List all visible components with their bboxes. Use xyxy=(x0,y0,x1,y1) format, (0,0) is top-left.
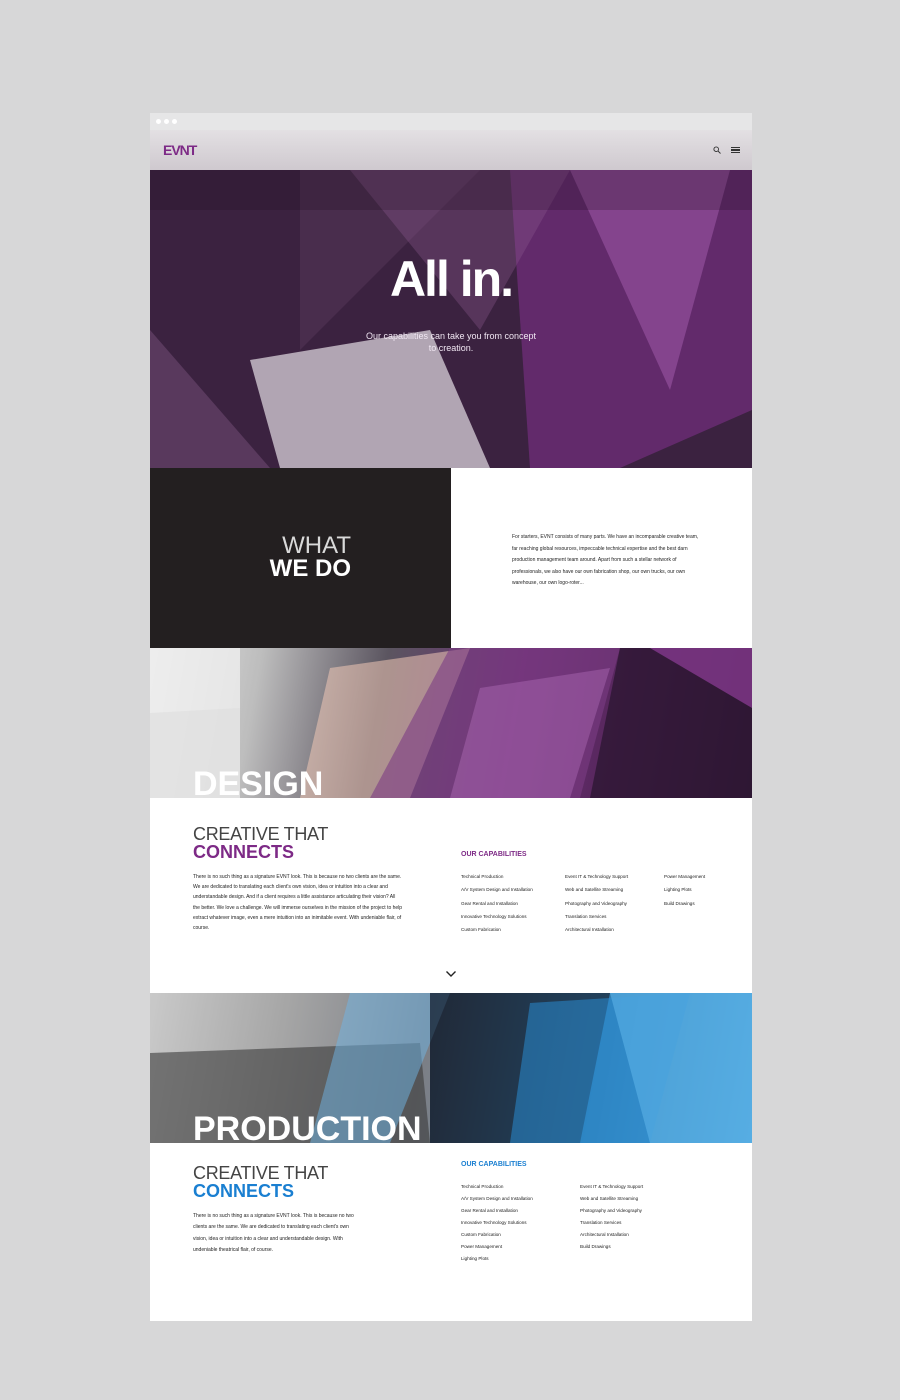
hero-section: EVNT All in. Our capabilities can take y… xyxy=(150,130,752,468)
capability-item: Power Management xyxy=(664,874,706,879)
capability-item: Build Drawings xyxy=(664,900,695,906)
capability-item: Custom Fabrication xyxy=(461,1232,501,1237)
design-body: There is no such thing as a signature EV… xyxy=(193,874,403,932)
hero-title: All in. xyxy=(389,251,514,307)
production-heading-bold: CONNECTS xyxy=(193,1181,295,1201)
design-capabilities-title: OUR CAPABILITIES xyxy=(461,851,527,858)
what-we-do-heading-bold: WE DO xyxy=(269,555,351,582)
production-banner: PRODUCTION xyxy=(150,993,752,1143)
capability-item: Web and Satellite Streaming xyxy=(565,887,624,893)
capability-item: Power Management xyxy=(461,1244,503,1249)
design-heading-light: CREATIVE THAT xyxy=(193,824,329,844)
capability-item: A/V System Design and Installation xyxy=(461,1196,533,1201)
capability-item: Event IT & Technology Support xyxy=(565,874,629,879)
menu-icon[interactable] xyxy=(731,146,740,154)
what-we-do-section: WHAT WE DO For starters, EVNT consists o… xyxy=(150,468,752,648)
capability-item: Lighting Plots xyxy=(664,887,692,893)
capability-item: Gear Rental and Installation xyxy=(461,900,518,906)
capability-item: Architectural Installation xyxy=(565,927,614,933)
capability-item: Custom Fabrication xyxy=(461,927,501,933)
design-section: CREATIVE THAT CONNECTS There is no such … xyxy=(150,798,752,993)
capability-item: Technical Production xyxy=(461,874,504,879)
production-capabilities: OUR CAPABILITIES Technical Production A/… xyxy=(461,1161,711,1265)
capability-item: Lighting Plots xyxy=(461,1256,489,1261)
production-section: CREATIVE THAT CONNECTS There is no such … xyxy=(150,1143,752,1319)
capability-item: Web and Satellite Streaming xyxy=(580,1196,639,1201)
capability-item: Gear Rental and Installation xyxy=(461,1208,518,1213)
capability-item: Innovative Technology Solutions xyxy=(461,1220,527,1225)
design-heading-bold: CONNECTS xyxy=(193,842,295,862)
capability-item: Translation Services xyxy=(565,913,607,919)
production-heading-light: CREATIVE THAT xyxy=(193,1163,329,1183)
capability-item: Innovative Technology Solutions xyxy=(461,913,527,919)
capability-item: Photography and Videography xyxy=(580,1208,642,1213)
what-we-do-body: For starters, EVNT consists of many part… xyxy=(512,534,699,586)
hero-subtitle: Our capabilities can take you from conce… xyxy=(365,331,537,353)
logo[interactable]: EVNT xyxy=(163,142,197,158)
browser-chrome xyxy=(150,113,752,130)
design-banner: DESIGN xyxy=(150,648,752,798)
production-body: There is no such thing as a signature EV… xyxy=(193,1213,354,1254)
capability-item: Event IT & Technology Support xyxy=(580,1184,644,1189)
design-banner-title: DESIGN xyxy=(193,765,324,798)
production-capabilities-title: OUR CAPABILITIES xyxy=(461,1161,527,1168)
production-banner-title: PRODUCTION xyxy=(193,1110,422,1143)
capability-item: Technical Production xyxy=(461,1184,504,1189)
site-header: EVNT xyxy=(150,130,752,170)
capability-item: Build Drawings xyxy=(580,1244,611,1249)
capability-item: Translation Services xyxy=(580,1220,622,1225)
chevron-down-icon[interactable] xyxy=(445,970,457,978)
design-capabilities: OUR CAPABILITIES Technical Production A/… xyxy=(461,851,731,936)
capability-item: A/V System Design and Installation xyxy=(461,887,533,893)
browser-window: EVNT All in. Our capabilities can take y… xyxy=(150,113,752,1321)
capability-item: Architectural Installation xyxy=(580,1232,629,1237)
search-icon[interactable] xyxy=(713,146,721,154)
capability-item: Photography and Videography xyxy=(565,900,627,906)
window-controls[interactable] xyxy=(156,119,177,124)
what-we-do-heading-light: WHAT xyxy=(282,532,351,559)
